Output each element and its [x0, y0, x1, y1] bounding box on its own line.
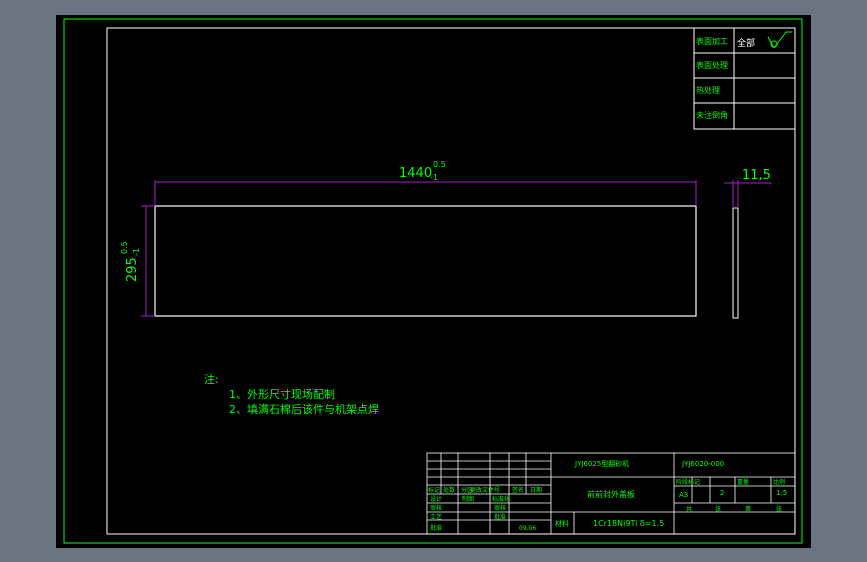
- width-tol-upper: 0.5: [120, 241, 129, 254]
- rev-header-2: 处数: [443, 486, 455, 494]
- scale-value: 1:5: [776, 489, 787, 497]
- roughness-label-4: 未注倒角: [696, 110, 728, 120]
- stage-value: A3: [679, 491, 688, 499]
- project-name: JYJ6025型翻砂机: [574, 459, 629, 468]
- sheet-label-2: 张: [715, 505, 721, 513]
- role-process: 工艺: [430, 513, 442, 521]
- role-draw: 制图: [462, 495, 474, 503]
- length-tol-lower: -1: [430, 173, 438, 182]
- count-value: 2: [720, 489, 724, 497]
- part-name: 前前封外盖板: [587, 489, 635, 499]
- note-item-2: 2、填满石棉后该件与机架点焊: [229, 402, 379, 416]
- sheet-label-1: 共: [686, 505, 692, 513]
- width-value: 295: [125, 257, 140, 282]
- roughness-label-2: 表面处理: [696, 60, 728, 70]
- thickness-value: 11,5: [742, 168, 771, 183]
- roughness-value-1: 全部: [737, 37, 755, 49]
- notes-title: 注:: [204, 372, 219, 386]
- rev-header-6: 日期: [530, 486, 542, 494]
- role2-standard: 标准化: [492, 495, 510, 503]
- rev-header-1: 标记: [428, 486, 440, 494]
- role-design: 设计: [430, 495, 442, 503]
- rev-header-4: 更改文件号: [470, 486, 500, 494]
- weight-header: 重量: [737, 478, 749, 486]
- scale-header: 比例: [773, 478, 785, 486]
- cad-drawing-canvas: 表面加工 全部 表面处理 热处理 未注倒角 1440 0.5 -1 295 0.…: [56, 15, 811, 548]
- note-item-1: 1、外形尺寸现场配制: [229, 387, 335, 401]
- sheet-label-4: 张: [776, 505, 782, 513]
- stage-header: 阶段标记: [676, 478, 700, 486]
- drawing-number: JYJ6020-000: [681, 460, 724, 468]
- roughness-label-1: 表面加工: [696, 36, 728, 46]
- sheet-label-3: 第: [745, 505, 751, 513]
- role-check: 审核: [430, 504, 442, 512]
- roughness-label-3: 热处理: [696, 85, 720, 95]
- material-label: 材料: [555, 519, 569, 528]
- length-value: 1440: [399, 166, 432, 181]
- length-tol-upper: 0.5: [433, 160, 446, 169]
- role-approve: 批准: [430, 524, 442, 532]
- material-value: 1Cr18Ni9Ti δ=1.5: [593, 519, 664, 528]
- role2-check: 审核: [494, 504, 506, 512]
- date-value: 09.06: [519, 525, 536, 532]
- width-tol-lower: -1: [132, 248, 141, 256]
- rev-header-5: 签名: [512, 486, 524, 494]
- role2-approve: 批准: [494, 513, 506, 521]
